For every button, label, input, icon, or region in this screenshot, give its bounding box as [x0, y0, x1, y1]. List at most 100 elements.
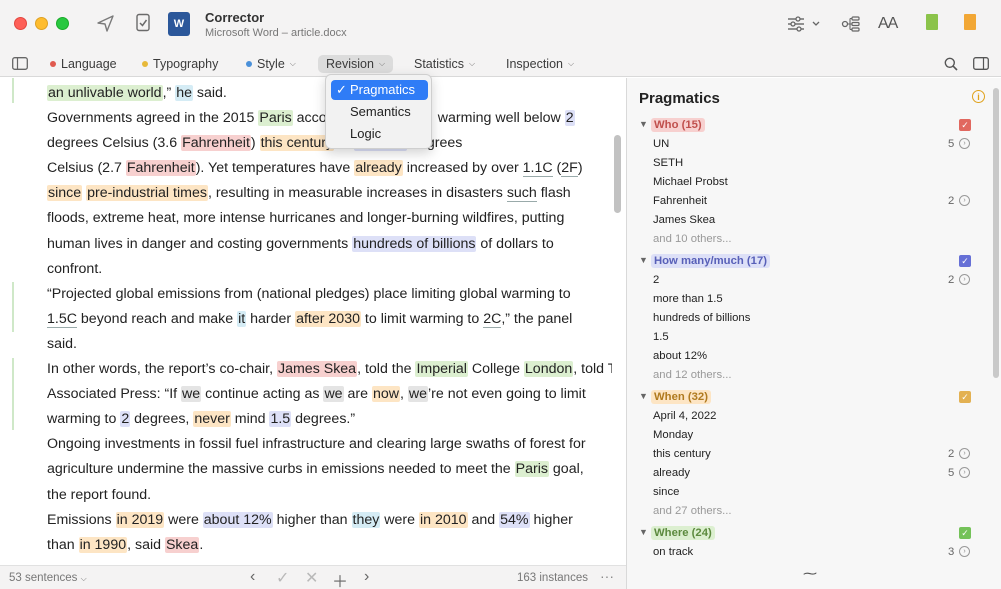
- text-line[interactable]: In other words, the report’s co-chair, J…: [47, 357, 612, 382]
- green-book-icon[interactable]: [926, 14, 938, 30]
- text-line[interactable]: degrees Celsius (3.6 Fahrenheit) this ce…: [47, 131, 592, 156]
- highlight-r[interactable]: Fahrenheit: [125, 160, 196, 177]
- text-line[interactable]: “Projected global emissions from (nation…: [47, 282, 592, 307]
- highlight-b[interactable]: 54%: [499, 511, 530, 528]
- go-to-arrow-icon[interactable]: ›: [959, 467, 970, 478]
- inspector-toggle-icon[interactable]: [972, 56, 990, 71]
- text-line[interactable]: confront.: [47, 257, 592, 282]
- font-size-icon[interactable]: AA: [878, 15, 898, 33]
- highlight-g[interactable]: an unlivable world: [47, 85, 163, 101]
- add-icon[interactable]: ＋: [332, 568, 348, 589]
- list-item[interactable]: already 5 ›: [627, 464, 1001, 483]
- go-to-arrow-icon[interactable]: ›: [959, 546, 970, 557]
- tab-statistics[interactable]: Statistics ⌵: [414, 55, 475, 73]
- close-window-button[interactable]: [14, 17, 27, 30]
- more-items-link[interactable]: and 10 others...: [627, 230, 1001, 249]
- list-item[interactable]: Fahrenheit 2 ›: [627, 192, 1001, 211]
- list-item[interactable]: this century 2 ›: [627, 445, 1001, 464]
- highlight-o[interactable]: this century: [259, 135, 335, 152]
- highlight-o[interactable]: pre-industrial times: [86, 185, 208, 202]
- list-item[interactable]: James Skea: [627, 211, 1001, 230]
- list-item[interactable]: since: [627, 483, 1001, 502]
- highlight-grey[interactable]: we: [323, 386, 344, 403]
- highlight-c[interactable]: he: [175, 85, 193, 101]
- highlight-g[interactable]: Imperial: [415, 361, 468, 378]
- menu-item-pragmatics[interactable]: ✓ Pragmatics: [331, 80, 428, 100]
- highlight-grey[interactable]: we: [181, 386, 202, 403]
- more-items-link[interactable]: and 12 others...: [627, 366, 1001, 385]
- tab-revision[interactable]: Revision ⌵: [318, 55, 394, 73]
- highlight-c[interactable]: they: [351, 511, 381, 528]
- highlight-r[interactable]: Skea: [164, 536, 200, 553]
- group-header[interactable]: ▼ When (32) ✓: [627, 388, 1001, 407]
- list-item[interactable]: hundreds of billions: [627, 309, 1001, 328]
- underlined-term[interactable]: such: [506, 185, 537, 203]
- more-options-icon[interactable]: ···: [600, 568, 614, 584]
- highlight-g[interactable]: Paris: [258, 110, 293, 127]
- list-item[interactable]: on track 3 ›: [627, 543, 1001, 562]
- document-editor[interactable]: an unlivable world,” he said. Governments…: [0, 78, 612, 565]
- menu-item-semantics[interactable]: Semantics: [331, 102, 428, 122]
- tab-language[interactable]: Language: [50, 55, 117, 73]
- previous-icon[interactable]: ‹: [250, 568, 255, 586]
- highlight-o[interactable]: now: [371, 386, 400, 403]
- highlight-o[interactable]: in 2019: [115, 511, 165, 528]
- disclosure-arrow-icon[interactable]: ▼: [639, 391, 648, 401]
- collapse-panel-icon[interactable]: ⁓: [803, 565, 817, 582]
- list-item[interactable]: about 12%: [627, 347, 1001, 366]
- group-header[interactable]: ▼ How many/much (17) ✓: [627, 252, 1001, 271]
- document-text[interactable]: an unlivable world,” he said. Governments…: [47, 81, 612, 558]
- text-line[interactable]: floods, extreme heat, more intense hurri…: [47, 206, 592, 231]
- go-to-arrow-icon[interactable]: ›: [959, 448, 970, 459]
- text-line[interactable]: an unlivable world,” he said.: [47, 81, 592, 106]
- highlight-c[interactable]: it: [237, 310, 247, 327]
- text-line[interactable]: the report found.: [47, 483, 592, 508]
- list-item[interactable]: more than 1.5: [627, 290, 1001, 309]
- text-line[interactable]: 1.5C beyond reach and make it harder aft…: [47, 307, 592, 332]
- list-item[interactable]: 1.5: [627, 328, 1001, 347]
- next-icon[interactable]: ›: [364, 568, 369, 586]
- info-icon[interactable]: i: [972, 90, 985, 103]
- send-icon[interactable]: [96, 14, 114, 32]
- reject-icon[interactable]: ✕: [305, 568, 318, 588]
- list-item[interactable]: April 4, 2022: [627, 407, 1001, 426]
- disclosure-arrow-icon[interactable]: ▼: [639, 119, 648, 129]
- tab-typography[interactable]: Typography: [142, 55, 218, 73]
- underlined-term[interactable]: 1.1C: [522, 160, 553, 178]
- group-checkbox[interactable]: ✓: [959, 527, 971, 539]
- list-item[interactable]: Monday: [627, 426, 1001, 445]
- group-checkbox[interactable]: ✓: [959, 391, 971, 403]
- highlight-b[interactable]: hundreds of billions: [352, 235, 477, 252]
- more-items-link[interactable]: and 27 others...: [627, 502, 1001, 521]
- list-item[interactable]: 2 2 ›: [627, 271, 1001, 290]
- document-check-icon[interactable]: [133, 13, 152, 33]
- highlight-o[interactable]: in 2010: [418, 511, 468, 528]
- disclosure-arrow-icon[interactable]: ▼: [639, 255, 648, 265]
- highlight-o[interactable]: after 2030: [295, 310, 361, 327]
- go-to-arrow-icon[interactable]: ›: [959, 138, 970, 149]
- text-line[interactable]: since pre-industrial times, resulting in…: [47, 181, 592, 206]
- text-line[interactable]: Associated Press: “If we continue acting…: [47, 382, 592, 407]
- text-line[interactable]: warming to 2 degrees, never mind 1.5 deg…: [47, 407, 592, 432]
- text-line[interactable]: Emissions in 2019 were about 12% higher …: [47, 508, 592, 533]
- highlight-o[interactable]: already: [354, 160, 403, 177]
- group-header[interactable]: ▼ Where (24) ✓: [627, 524, 1001, 543]
- group-header[interactable]: ▼ Who (15) ✓: [627, 116, 1001, 135]
- go-to-arrow-icon[interactable]: ›: [959, 274, 970, 285]
- highlight-b[interactable]: 2: [120, 411, 131, 428]
- tree-structure-icon[interactable]: [840, 14, 862, 34]
- highlight-grey[interactable]: we: [407, 386, 429, 403]
- accept-icon[interactable]: ✓: [276, 568, 289, 588]
- tab-inspection[interactable]: Inspection ⌵: [506, 55, 574, 73]
- highlight-b[interactable]: about 12%: [202, 511, 273, 528]
- minimize-window-button[interactable]: [35, 17, 48, 30]
- highlight-o[interactable]: since: [47, 185, 83, 202]
- highlight-g[interactable]: London: [523, 361, 574, 378]
- group-checkbox[interactable]: ✓: [959, 255, 971, 267]
- highlight-r[interactable]: James Skea: [277, 361, 358, 378]
- list-item[interactable]: Michael Probst: [627, 173, 1001, 192]
- underlined-term[interactable]: 2F: [561, 160, 578, 178]
- group-checkbox[interactable]: ✓: [959, 119, 971, 131]
- highlight-o[interactable]: never: [193, 411, 231, 428]
- tab-style[interactable]: Style ⌵: [246, 55, 296, 73]
